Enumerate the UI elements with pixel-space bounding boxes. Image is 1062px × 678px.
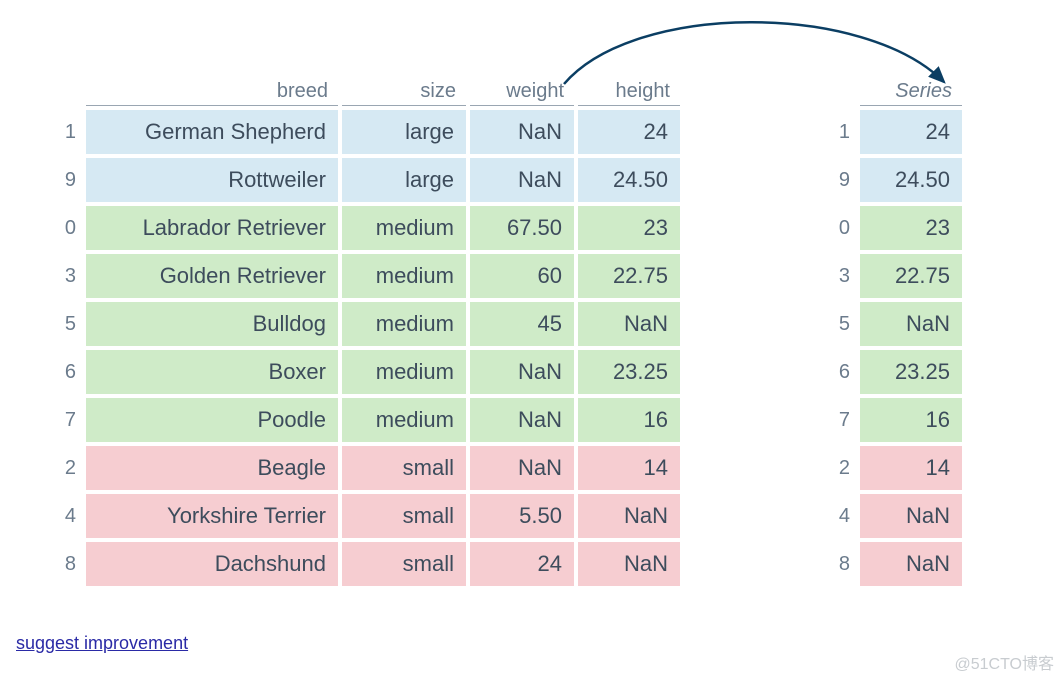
cell-series-value: NaN	[860, 494, 962, 538]
arrow-icon	[544, 12, 984, 107]
table-row: 6BoxermediumNaN23.25	[44, 350, 680, 394]
cell-breed: Rottweiler	[86, 158, 338, 202]
suggest-improvement-link[interactable]: suggest improvement	[16, 633, 188, 654]
row-index: 7	[818, 398, 856, 442]
table-row: 8NaN	[818, 542, 962, 586]
cell-series-value: 24	[860, 110, 962, 154]
header-size: size	[342, 74, 466, 106]
row-index: 6	[818, 350, 856, 394]
table-row: 716	[818, 398, 962, 442]
row-index: 2	[818, 446, 856, 490]
row-index: 7	[44, 398, 82, 442]
cell-breed: Bulldog	[86, 302, 338, 346]
row-index: 6	[44, 350, 82, 394]
cell-weight: NaN	[470, 350, 574, 394]
cell-breed: German Shepherd	[86, 110, 338, 154]
cell-height: NaN	[578, 302, 680, 346]
table-row: 5NaN	[818, 302, 962, 346]
cell-size: medium	[342, 302, 466, 346]
cell-size: large	[342, 110, 466, 154]
table-row: 9RottweilerlargeNaN24.50	[44, 158, 680, 202]
row-index: 1	[818, 110, 856, 154]
cell-breed: Poodle	[86, 398, 338, 442]
cell-weight: 24	[470, 542, 574, 586]
table-row: 8Dachshundsmall24NaN	[44, 542, 680, 586]
page-container: breed size weight height 1German Shepher…	[0, 0, 1062, 678]
cell-series-value: NaN	[860, 542, 962, 586]
cell-height: 23	[578, 206, 680, 250]
cell-series-value: 24.50	[860, 158, 962, 202]
cell-height: 14	[578, 446, 680, 490]
table-row: 4NaN	[818, 494, 962, 538]
header-breed: breed	[86, 74, 338, 106]
table-row: 023	[818, 206, 962, 250]
row-index: 4	[818, 494, 856, 538]
cell-series-value: NaN	[860, 302, 962, 346]
cell-breed: Boxer	[86, 350, 338, 394]
row-index: 2	[44, 446, 82, 490]
header-index-blank	[44, 74, 82, 106]
table-row: 1German ShepherdlargeNaN24	[44, 110, 680, 154]
cell-series-value: 23	[860, 206, 962, 250]
table-row: 7PoodlemediumNaN16	[44, 398, 680, 442]
cell-height: 22.75	[578, 254, 680, 298]
table-row: 322.75	[818, 254, 962, 298]
table-row: 4Yorkshire Terriersmall5.50NaN	[44, 494, 680, 538]
cell-size: medium	[342, 398, 466, 442]
cell-weight: 45	[470, 302, 574, 346]
row-index: 3	[44, 254, 82, 298]
cell-size: small	[342, 446, 466, 490]
cell-height: 16	[578, 398, 680, 442]
dataframe-table: breed size weight height 1German Shepher…	[40, 70, 684, 590]
cell-breed: Yorkshire Terrier	[86, 494, 338, 538]
cell-breed: Dachshund	[86, 542, 338, 586]
row-index: 4	[44, 494, 82, 538]
row-index: 3	[818, 254, 856, 298]
row-index: 9	[818, 158, 856, 202]
cell-series-value: 22.75	[860, 254, 962, 298]
cell-breed: Labrador Retriever	[86, 206, 338, 250]
table-row: 214	[818, 446, 962, 490]
table-row: 5Bulldogmedium45NaN	[44, 302, 680, 346]
row-index: 1	[44, 110, 82, 154]
cell-weight: 60	[470, 254, 574, 298]
cell-size: medium	[342, 254, 466, 298]
watermark-text: @51CTO博客	[954, 650, 1054, 674]
cell-series-value: 16	[860, 398, 962, 442]
table-row: 2BeaglesmallNaN14	[44, 446, 680, 490]
row-index: 8	[44, 542, 82, 586]
cell-weight: 67.50	[470, 206, 574, 250]
cell-size: small	[342, 494, 466, 538]
cell-weight: 5.50	[470, 494, 574, 538]
cell-weight: NaN	[470, 158, 574, 202]
cell-size: medium	[342, 350, 466, 394]
row-index: 0	[818, 206, 856, 250]
table-row: 124	[818, 110, 962, 154]
cell-height: NaN	[578, 494, 680, 538]
cell-size: medium	[342, 206, 466, 250]
row-index: 5	[818, 302, 856, 346]
cell-size: large	[342, 158, 466, 202]
row-index: 5	[44, 302, 82, 346]
cell-height: 24.50	[578, 158, 680, 202]
series-table: Series 124924.50023322.755NaN623.2571621…	[814, 70, 966, 590]
cell-series-value: 14	[860, 446, 962, 490]
table-row: 924.50	[818, 158, 962, 202]
cell-height: 23.25	[578, 350, 680, 394]
cell-breed: Golden Retriever	[86, 254, 338, 298]
table-row: 0Labrador Retrievermedium67.5023	[44, 206, 680, 250]
table-row: 3Golden Retrievermedium6022.75	[44, 254, 680, 298]
cell-height: 24	[578, 110, 680, 154]
row-index: 0	[44, 206, 82, 250]
cell-weight: NaN	[470, 110, 574, 154]
row-index: 9	[44, 158, 82, 202]
cell-height: NaN	[578, 542, 680, 586]
cell-series-value: 23.25	[860, 350, 962, 394]
table-row: 623.25	[818, 350, 962, 394]
cell-weight: NaN	[470, 398, 574, 442]
cell-weight: NaN	[470, 446, 574, 490]
row-index: 8	[818, 542, 856, 586]
cell-breed: Beagle	[86, 446, 338, 490]
cell-size: small	[342, 542, 466, 586]
